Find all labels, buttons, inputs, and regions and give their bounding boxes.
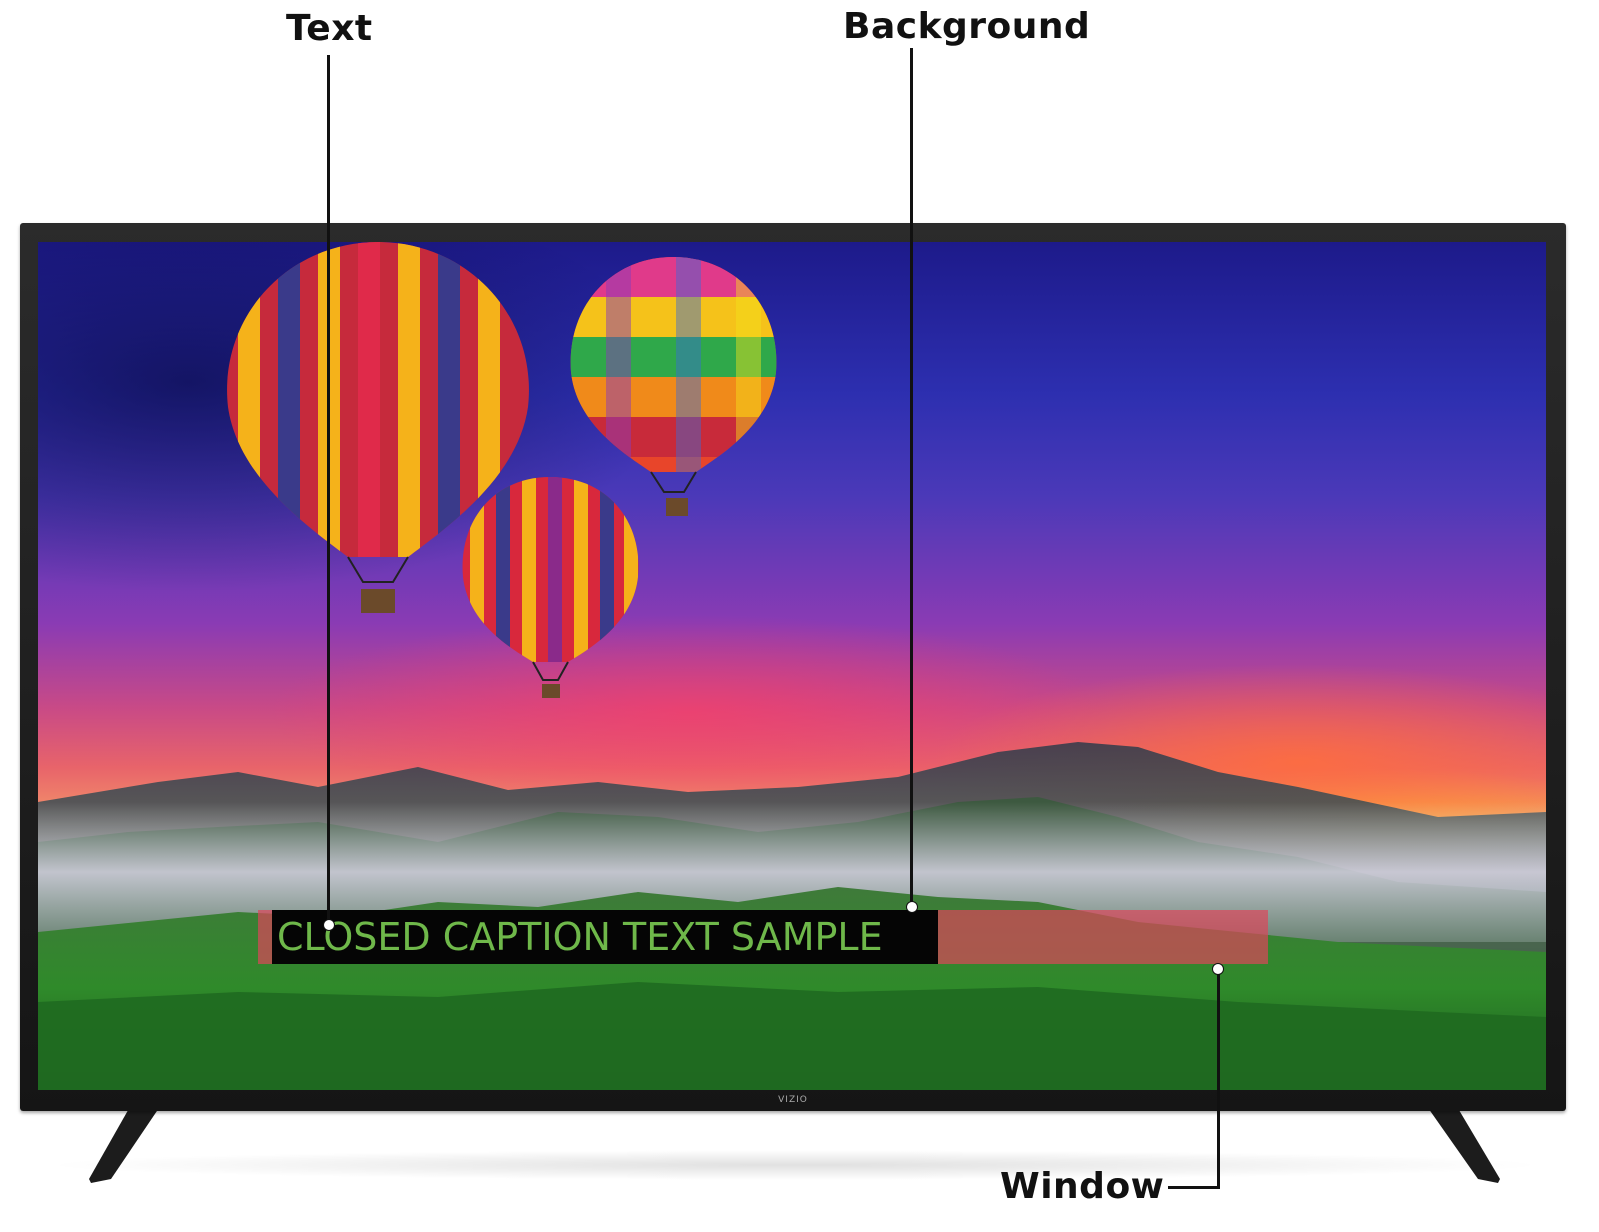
text-leader-line (327, 55, 330, 925)
background-callout-label: Background (843, 6, 1091, 47)
window-callout-label: Window (1000, 1166, 1165, 1207)
text-leader-dot (323, 919, 335, 931)
background-leader-dot (906, 901, 918, 913)
window-leader-dot (1212, 963, 1224, 975)
caption-text-sample: CLOSED CAPTION TEXT SAMPLE (277, 915, 883, 959)
tv-brand-logo: VIZIO (778, 1095, 808, 1105)
hot-air-balloon-icon (462, 477, 639, 698)
window-leader-line-horizontal (1168, 1186, 1220, 1189)
text-callout-label: Text (286, 8, 373, 49)
background-leader-line (910, 48, 913, 908)
floor-shadow (40, 1150, 1550, 1180)
tv-stand-right (1426, 1105, 1500, 1183)
tv-stand-left (89, 1105, 161, 1183)
window-leader-line (1217, 970, 1220, 1189)
